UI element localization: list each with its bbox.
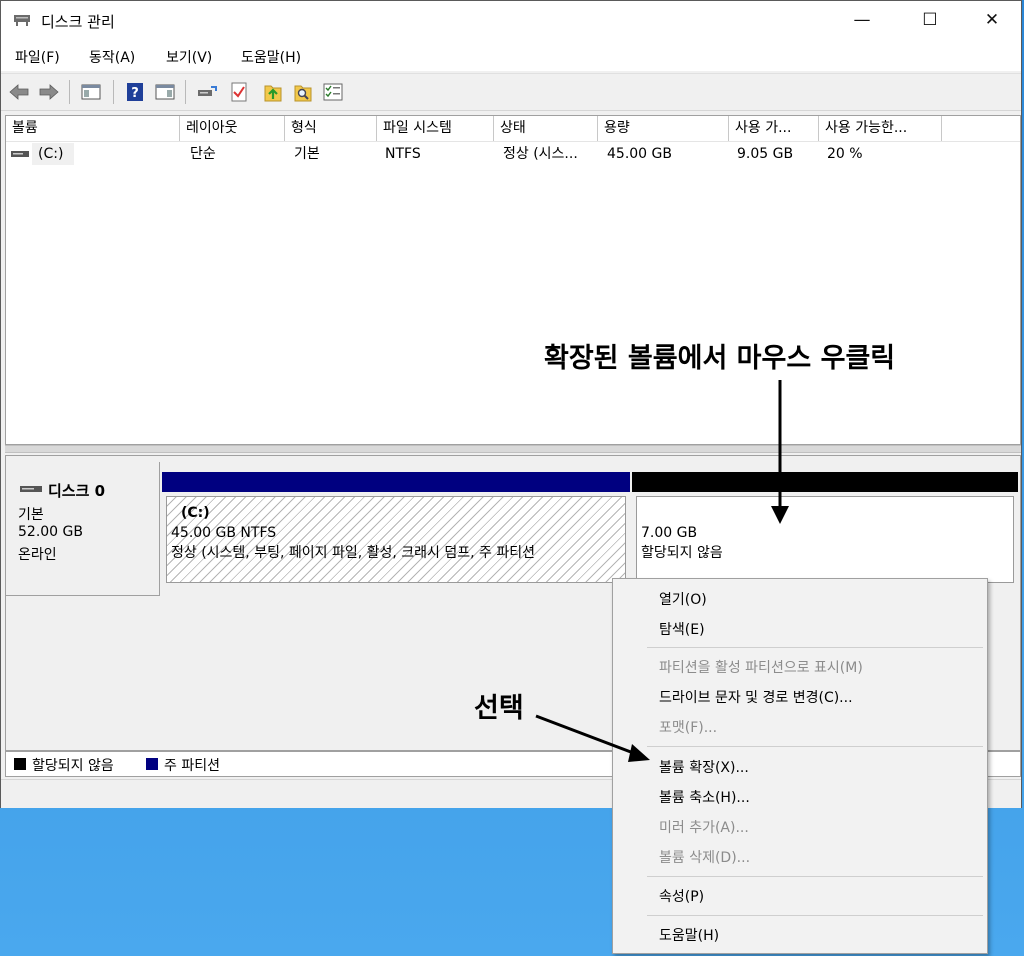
legend-primary: 주 파티션 bbox=[164, 758, 220, 774]
menu-help[interactable]: 도움말(H) bbox=[241, 47, 301, 67]
upload-icon[interactable] bbox=[263, 82, 283, 102]
column-header-free-space[interactable]: 사용 가... bbox=[729, 116, 819, 141]
partition-c-label: (C:) bbox=[181, 505, 210, 521]
column-header-percent-free[interactable]: 사용 가능한... bbox=[819, 116, 942, 141]
console-tree-icon[interactable] bbox=[81, 82, 101, 102]
column-header-volume[interactable]: 볼륨 bbox=[6, 116, 180, 141]
menu-item-open[interactable]: 열기(O) bbox=[659, 589, 707, 609]
pane-splitter[interactable] bbox=[5, 445, 1021, 453]
menu-separator bbox=[647, 647, 983, 648]
menu-item-help[interactable]: 도움말(H) bbox=[659, 925, 719, 945]
maximize-button[interactable]: ☐ bbox=[907, 1, 953, 39]
title-bar: 디스크 관리 — ☐ ✕ bbox=[1, 1, 1021, 39]
toolbar-separator bbox=[113, 80, 114, 104]
search-folder-icon[interactable] bbox=[293, 82, 313, 102]
check-icon[interactable] bbox=[229, 82, 249, 102]
menu-item-properties[interactable]: 속성(P) bbox=[659, 886, 704, 906]
menu-item-shrink-volume[interactable]: 볼륨 축소(H)... bbox=[659, 787, 750, 807]
legend-swatch-primary bbox=[146, 758, 158, 770]
column-header-status[interactable]: 상태 bbox=[494, 116, 598, 141]
disk-0-label[interactable]: 디스크 0 기본 52.00 GB 온라인 bbox=[6, 462, 160, 596]
window-title: 디스크 관리 bbox=[41, 13, 115, 31]
menu-item-delete-volume[interactable]: 볼륨 삭제(D)... bbox=[659, 847, 750, 867]
cell-capacity: 45.00 GB bbox=[607, 146, 672, 162]
context-menu: 열기(O) 탐색(E) 파티션을 활성 파티션으로 표시(M) 드라이브 문자 … bbox=[612, 578, 988, 954]
partition-c-size: 45.00 GB NTFS bbox=[171, 525, 277, 541]
menu-item-format[interactable]: 포맷(F)... bbox=[659, 717, 717, 737]
disk-type: 기본 bbox=[18, 507, 44, 523]
minimize-button[interactable]: — bbox=[839, 1, 885, 39]
svg-text:?: ? bbox=[131, 86, 139, 101]
forward-icon[interactable] bbox=[39, 82, 59, 102]
column-header-capacity[interactable]: 용량 bbox=[598, 116, 729, 141]
connect-icon[interactable] bbox=[197, 82, 217, 102]
disk-size: 52.00 GB bbox=[18, 524, 83, 540]
unallocated-body[interactable]: 7.00 GB 할당되지 않음 bbox=[636, 496, 1014, 583]
menu-separator bbox=[647, 876, 983, 877]
partition-c-status: 정상 (시스템, 부팅, 페이지 파일, 활성, 크래시 덤프, 주 파티션 bbox=[171, 545, 536, 561]
help-icon[interactable]: ? bbox=[125, 82, 145, 102]
menu-view[interactable]: 보기(V) bbox=[166, 47, 212, 67]
unallocated-size: 7.00 GB bbox=[641, 525, 698, 541]
column-header-layout[interactable]: 레이아웃 bbox=[180, 116, 285, 141]
action-pane-icon[interactable] bbox=[155, 82, 175, 102]
back-icon[interactable] bbox=[9, 82, 29, 102]
table-row[interactable]: (C:) 단순 기본 NTFS 정상 (시스... 45.00 GB 9.05 … bbox=[6, 143, 1020, 165]
partition-bar-unallocated bbox=[632, 472, 1018, 492]
menu-item-add-mirror[interactable]: 미러 추가(A)... bbox=[659, 817, 749, 837]
volume-list-header: 볼륨 레이아웃 형식 파일 시스템 상태 용량 사용 가... 사용 가능한..… bbox=[6, 116, 1020, 142]
properties-list-icon[interactable] bbox=[323, 82, 343, 102]
volume-list-pane: 볼륨 레이아웃 형식 파일 시스템 상태 용량 사용 가... 사용 가능한..… bbox=[5, 115, 1021, 445]
partition-bar-primary bbox=[162, 472, 630, 492]
menu-item-mark-active[interactable]: 파티션을 활성 파티션으로 표시(M) bbox=[659, 657, 863, 677]
unallocated-status: 할당되지 않음 bbox=[641, 545, 723, 561]
disk-icon bbox=[20, 486, 42, 492]
menu-item-change-drive-letter[interactable]: 드라이브 문자 및 경로 변경(C)... bbox=[659, 687, 853, 707]
cell-status: 정상 (시스... bbox=[503, 146, 578, 162]
column-header-type[interactable]: 형식 bbox=[285, 116, 377, 141]
menu-bar: 파일(F) 동작(A) 보기(V) 도움말(H) bbox=[1, 39, 1021, 71]
menu-separator bbox=[647, 915, 983, 916]
disk-management-icon bbox=[14, 15, 30, 26]
cell-free-space: 9.05 GB bbox=[737, 146, 794, 162]
cell-volume: (C:) bbox=[32, 143, 74, 165]
cell-percent-free: 20 % bbox=[827, 146, 863, 162]
annotation-select: 선택 bbox=[474, 693, 524, 724]
menu-item-explore[interactable]: 탐색(E) bbox=[659, 619, 705, 639]
close-button[interactable]: ✕ bbox=[969, 1, 1015, 39]
menu-action[interactable]: 동작(A) bbox=[89, 47, 135, 67]
column-header-filesystem[interactable]: 파일 시스템 bbox=[377, 116, 494, 141]
annotation-right-click: 확장된 볼륨에서 마우스 우클릭 bbox=[544, 343, 896, 374]
toolbar-separator bbox=[69, 80, 70, 104]
menu-item-extend-volume[interactable]: 볼륨 확장(X)... bbox=[659, 757, 749, 777]
cell-filesystem: NTFS bbox=[385, 146, 421, 162]
disk-name: 디스크 0 bbox=[48, 482, 106, 500]
toolbar: ? bbox=[1, 73, 1021, 111]
legend-unallocated: 할당되지 않음 bbox=[32, 758, 114, 774]
menu-file[interactable]: 파일(F) bbox=[15, 47, 60, 67]
disk-status: 온라인 bbox=[18, 547, 57, 563]
partition-c-body[interactable]: (C:) 45.00 GB NTFS 정상 (시스템, 부팅, 페이지 파일, … bbox=[166, 496, 626, 583]
partition-c[interactable]: (C:) 45.00 GB NTFS 정상 (시스템, 부팅, 페이지 파일, … bbox=[162, 472, 630, 587]
menu-separator bbox=[647, 746, 983, 747]
drive-icon bbox=[11, 151, 29, 157]
cell-layout: 단순 bbox=[190, 146, 216, 162]
cell-type: 기본 bbox=[294, 146, 320, 162]
toolbar-separator bbox=[185, 80, 186, 104]
partition-unallocated[interactable]: 7.00 GB 할당되지 않음 bbox=[632, 472, 1018, 587]
legend-swatch-unallocated bbox=[14, 758, 26, 770]
